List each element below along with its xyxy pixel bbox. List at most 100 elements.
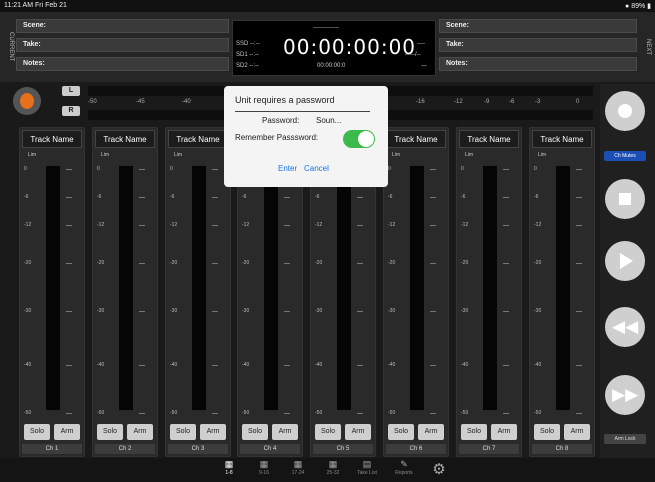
level-label: 0 — [388, 166, 391, 172]
level-label: 0 — [461, 166, 464, 172]
track-name-field[interactable]: Track Name — [459, 130, 519, 148]
level-tick — [212, 311, 218, 312]
level-label: -6 — [534, 194, 539, 200]
level-label: -20 — [24, 260, 32, 266]
channel-fader[interactable] — [46, 166, 60, 410]
arm-button[interactable]: Arm — [54, 424, 80, 440]
next-notes-field[interactable]: Notes: — [439, 57, 637, 71]
arm-button[interactable]: Arm — [418, 424, 444, 440]
level-tick — [139, 197, 145, 198]
cancel-button[interactable]: Cancel — [304, 164, 329, 173]
channel-fader[interactable] — [192, 166, 206, 410]
tab-label: 9-16 — [258, 470, 269, 476]
arm-button[interactable]: Arm — [200, 424, 226, 440]
solo-button[interactable]: Solo — [24, 424, 50, 440]
level-tick — [357, 263, 363, 264]
level-tick — [284, 197, 290, 198]
current-take-field[interactable]: Take: — [16, 38, 229, 52]
channel-label: Ch 8 — [532, 444, 592, 454]
tab-17-24[interactable]: ▦ 17-24 — [284, 459, 312, 476]
enter-button[interactable]: Enter — [278, 164, 297, 173]
tab-25-32[interactable]: ▦ 25-32 — [319, 459, 347, 476]
next-scene-field[interactable]: Scene: — [439, 19, 637, 33]
channel-fader[interactable] — [119, 166, 133, 410]
solo-button[interactable]: Solo — [242, 424, 268, 440]
level-label: -50 — [97, 410, 105, 416]
rewind-button[interactable]: ◀◀ — [605, 307, 645, 347]
level-tick — [576, 263, 582, 264]
right-channel-button[interactable]: R — [62, 106, 80, 116]
channel-fader[interactable] — [337, 166, 351, 410]
level-label: -12 — [97, 222, 105, 228]
level-label: -40 — [170, 362, 178, 368]
tab-9-16[interactable]: ▦ 9-16 — [250, 459, 278, 476]
level-tick — [284, 365, 290, 366]
scale-label: -16 — [416, 99, 425, 105]
ch-mutes-button[interactable]: Ch Mutes — [604, 151, 646, 161]
channel-fader[interactable] — [556, 166, 570, 410]
level-tick — [576, 413, 582, 414]
track-name-field[interactable]: Track Name — [95, 130, 155, 148]
stop-button[interactable] — [605, 179, 645, 219]
arm-button[interactable]: Arm — [564, 424, 590, 440]
arm-button[interactable]: Arm — [491, 424, 517, 440]
app-logo-icon[interactable] — [13, 87, 41, 115]
level-tick — [139, 413, 145, 414]
channel-fader[interactable] — [483, 166, 497, 410]
level-tick — [503, 263, 509, 264]
lim-label: Lim — [174, 152, 183, 158]
settings-tab[interactable]: ⚙ — [425, 462, 453, 479]
level-label: -6 — [315, 194, 320, 200]
dialog-title: Unit requires a password — [235, 95, 335, 105]
next-take-field[interactable]: Take: — [439, 38, 637, 52]
left-channel-button[interactable]: L — [62, 86, 80, 96]
status-bar: 11:21 AM Fri Feb 21 ● 89% ▮ — [0, 0, 655, 12]
next-label: NEXT — [645, 38, 651, 55]
solo-button[interactable]: Solo — [170, 424, 196, 440]
level-label: -6 — [170, 194, 175, 200]
solo-button[interactable]: Solo — [315, 424, 341, 440]
channel-fader[interactable] — [264, 166, 278, 410]
level-label: -30 — [170, 308, 178, 314]
level-label: -50 — [534, 410, 542, 416]
bars-icon: ▦ — [328, 459, 338, 469]
channel-label: Ch 6 — [386, 444, 446, 454]
solo-button[interactable]: Solo — [97, 424, 123, 440]
tab-reports[interactable]: ✎ Reports — [390, 459, 418, 476]
current-notes-field[interactable]: Notes: — [16, 57, 229, 71]
level-label: -50 — [461, 410, 469, 416]
level-tick — [212, 413, 218, 414]
tab-take-list[interactable]: ▤ Take List — [353, 459, 381, 476]
arm-lock-button[interactable]: Arm Lock — [604, 434, 646, 444]
password-field[interactable]: Soun... — [316, 116, 341, 125]
play-button[interactable] — [605, 241, 645, 281]
track-name-field[interactable]: Track Name — [22, 130, 82, 148]
solo-button[interactable]: Solo — [388, 424, 414, 440]
solo-button[interactable]: Solo — [461, 424, 487, 440]
remember-toggle[interactable] — [343, 130, 375, 148]
level-label: -12 — [170, 222, 178, 228]
level-label: -20 — [461, 260, 469, 266]
record-button[interactable] — [605, 91, 645, 131]
level-label: -20 — [97, 260, 105, 266]
level-tick — [430, 413, 436, 414]
fast-forward-button[interactable]: ▶▶ — [605, 375, 645, 415]
channel-label: Ch 7 — [459, 444, 519, 454]
level-label: -50 — [242, 410, 250, 416]
level-tick — [430, 197, 436, 198]
level-label: -12 — [315, 222, 323, 228]
bars-icon: ▦ — [293, 459, 303, 469]
channel-fader[interactable] — [410, 166, 424, 410]
solo-button[interactable]: Solo — [534, 424, 560, 440]
arm-button[interactable]: Arm — [345, 424, 371, 440]
track-name-field[interactable]: Track Name — [168, 130, 228, 148]
current-scene-field[interactable]: Scene: — [16, 19, 229, 33]
level-tick — [503, 169, 509, 170]
arm-button[interactable]: Arm — [272, 424, 298, 440]
level-tick — [66, 263, 72, 264]
tab-1-8[interactable]: ▦ 1-8 — [215, 459, 243, 476]
level-tick — [357, 225, 363, 226]
track-name-field[interactable]: Track Name — [386, 130, 446, 148]
arm-button[interactable]: Arm — [127, 424, 153, 440]
track-name-field[interactable]: Track Name — [532, 130, 592, 148]
